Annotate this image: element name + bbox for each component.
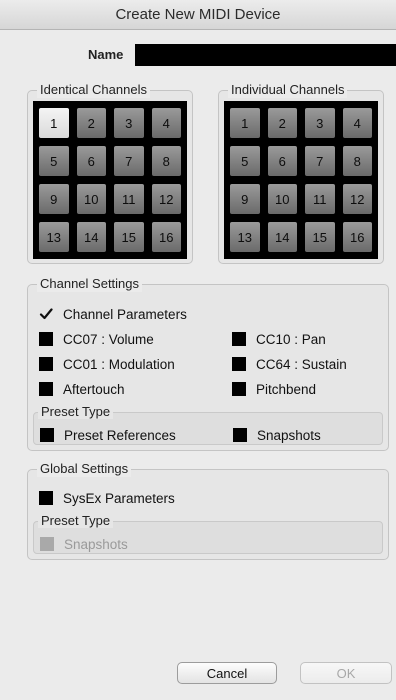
preset-references-option[interactable]: Preset References [40, 426, 176, 444]
cc10-option[interactable]: CC10 : Pan [232, 330, 326, 348]
identical-channel-10[interactable]: 10 [76, 184, 106, 214]
identical-channels-title: Identical Channels [37, 82, 150, 98]
cc07-checkbox[interactable] [39, 332, 53, 346]
global-settings-title: Global Settings [37, 461, 132, 477]
global-settings-group: Global Settings SysEx Parameters Preset … [27, 461, 389, 560]
global-snapshots-label: Snapshots [64, 536, 128, 552]
cc64-checkbox[interactable] [232, 357, 246, 371]
cc07-label: CC07 : Volume [63, 331, 154, 347]
individual-channel-8[interactable]: 8 [342, 146, 372, 176]
identical-channel-8[interactable]: 8 [151, 146, 181, 176]
channel-parameters-checkbox[interactable] [39, 307, 53, 321]
channel-settings-title: Channel Settings [37, 276, 143, 292]
sysex-option[interactable]: SysEx Parameters [39, 489, 175, 507]
identical-channel-9[interactable]: 9 [39, 184, 69, 214]
window-title: Create New MIDI Device [0, 0, 396, 30]
individual-channel-1[interactable]: 1 [230, 108, 260, 138]
identical-channel-6[interactable]: 6 [76, 146, 106, 176]
name-input[interactable] [135, 44, 396, 66]
identical-channel-13[interactable]: 13 [39, 222, 69, 252]
identical-channel-1[interactable]: 1 [39, 108, 69, 138]
cc10-label: CC10 : Pan [256, 331, 326, 347]
individual-channel-5[interactable]: 5 [230, 146, 260, 176]
individual-channel-12[interactable]: 12 [342, 184, 372, 214]
individual-channels-grid: 1 2 3 4 5 6 7 8 9 10 11 12 13 14 15 16 [224, 101, 378, 259]
identical-channels-group: Identical Channels 1 2 3 4 5 6 7 8 9 10 11 12 13 14 15… [27, 82, 193, 264]
sysex-checkbox[interactable] [39, 491, 53, 505]
global-snapshots-checkbox [40, 537, 54, 551]
identical-channel-11[interactable]: 11 [114, 184, 144, 214]
individual-channel-7[interactable]: 7 [305, 146, 335, 176]
checkmark-icon [39, 308, 53, 320]
identical-channel-15[interactable]: 15 [114, 222, 144, 252]
cc01-option[interactable]: CC01 : Modulation [39, 355, 175, 373]
cancel-button[interactable]: Cancel [177, 662, 277, 684]
preset-references-label: Preset References [64, 427, 176, 443]
global-snapshots-option: Snapshots [40, 535, 128, 553]
preset-references-checkbox[interactable] [40, 428, 54, 442]
channel-settings-group: Channel Settings Channel Parameters CC07… [27, 276, 389, 451]
individual-channel-3[interactable]: 3 [305, 108, 335, 138]
identical-channel-5[interactable]: 5 [39, 146, 69, 176]
aftertouch-checkbox[interactable] [39, 382, 53, 396]
pitchbend-option[interactable]: Pitchbend [232, 380, 316, 398]
identical-channel-7[interactable]: 7 [114, 146, 144, 176]
name-label: Name [88, 47, 124, 62]
pitchbend-label: Pitchbend [256, 381, 317, 397]
aftertouch-option[interactable]: Aftertouch [39, 380, 125, 398]
channel-preset-type-group: Preset Type Preset References Snapshots [33, 405, 383, 445]
channel-parameters-option[interactable]: Channel Parameters [39, 305, 187, 323]
individual-channel-9[interactable]: 9 [230, 184, 260, 214]
individual-channels-group: Individual Channels 1 2 3 4 5 6 7 8 9 10 11 12 13 14 1… [218, 82, 384, 264]
channel-parameters-label: Channel Parameters [63, 306, 187, 322]
individual-channel-11[interactable]: 11 [305, 184, 335, 214]
individual-channel-16[interactable]: 16 [342, 222, 372, 252]
identical-channel-3[interactable]: 3 [114, 108, 144, 138]
sysex-label: SysEx Parameters [63, 490, 175, 506]
pitchbend-checkbox[interactable] [232, 382, 246, 396]
individual-channels-title: Individual Channels [228, 82, 348, 98]
aftertouch-label: Aftertouch [63, 381, 125, 397]
cc64-label: CC64 : Sustain [256, 356, 347, 372]
cc01-label: CC01 : Modulation [63, 356, 175, 372]
identical-channel-4[interactable]: 4 [151, 108, 181, 138]
identical-channel-14[interactable]: 14 [76, 222, 106, 252]
individual-channel-4[interactable]: 4 [342, 108, 372, 138]
cc10-checkbox[interactable] [232, 332, 246, 346]
individual-channel-13[interactable]: 13 [230, 222, 260, 252]
identical-channel-16[interactable]: 16 [151, 222, 181, 252]
identical-channel-12[interactable]: 12 [151, 184, 181, 214]
individual-channel-10[interactable]: 10 [267, 184, 297, 214]
global-preset-type-title: Preset Type [38, 514, 114, 528]
individual-channel-6[interactable]: 6 [267, 146, 297, 176]
cc64-option[interactable]: CC64 : Sustain [232, 355, 347, 373]
individual-channel-14[interactable]: 14 [267, 222, 297, 252]
channel-snapshots-checkbox[interactable] [233, 428, 247, 442]
channel-preset-type-title: Preset Type [38, 405, 114, 419]
cc07-option[interactable]: CC07 : Volume [39, 330, 154, 348]
identical-channels-grid: 1 2 3 4 5 6 7 8 9 10 11 12 13 14 15 16 [33, 101, 187, 259]
global-preset-type-group: Preset Type Snapshots [33, 514, 383, 554]
identical-channel-2[interactable]: 2 [76, 108, 106, 138]
cc01-checkbox[interactable] [39, 357, 53, 371]
individual-channel-15[interactable]: 15 [305, 222, 335, 252]
ok-button[interactable]: OK [300, 662, 392, 684]
individual-channel-2[interactable]: 2 [267, 108, 297, 138]
channel-snapshots-option[interactable]: Snapshots [233, 426, 321, 444]
channel-snapshots-label: Snapshots [257, 427, 321, 443]
